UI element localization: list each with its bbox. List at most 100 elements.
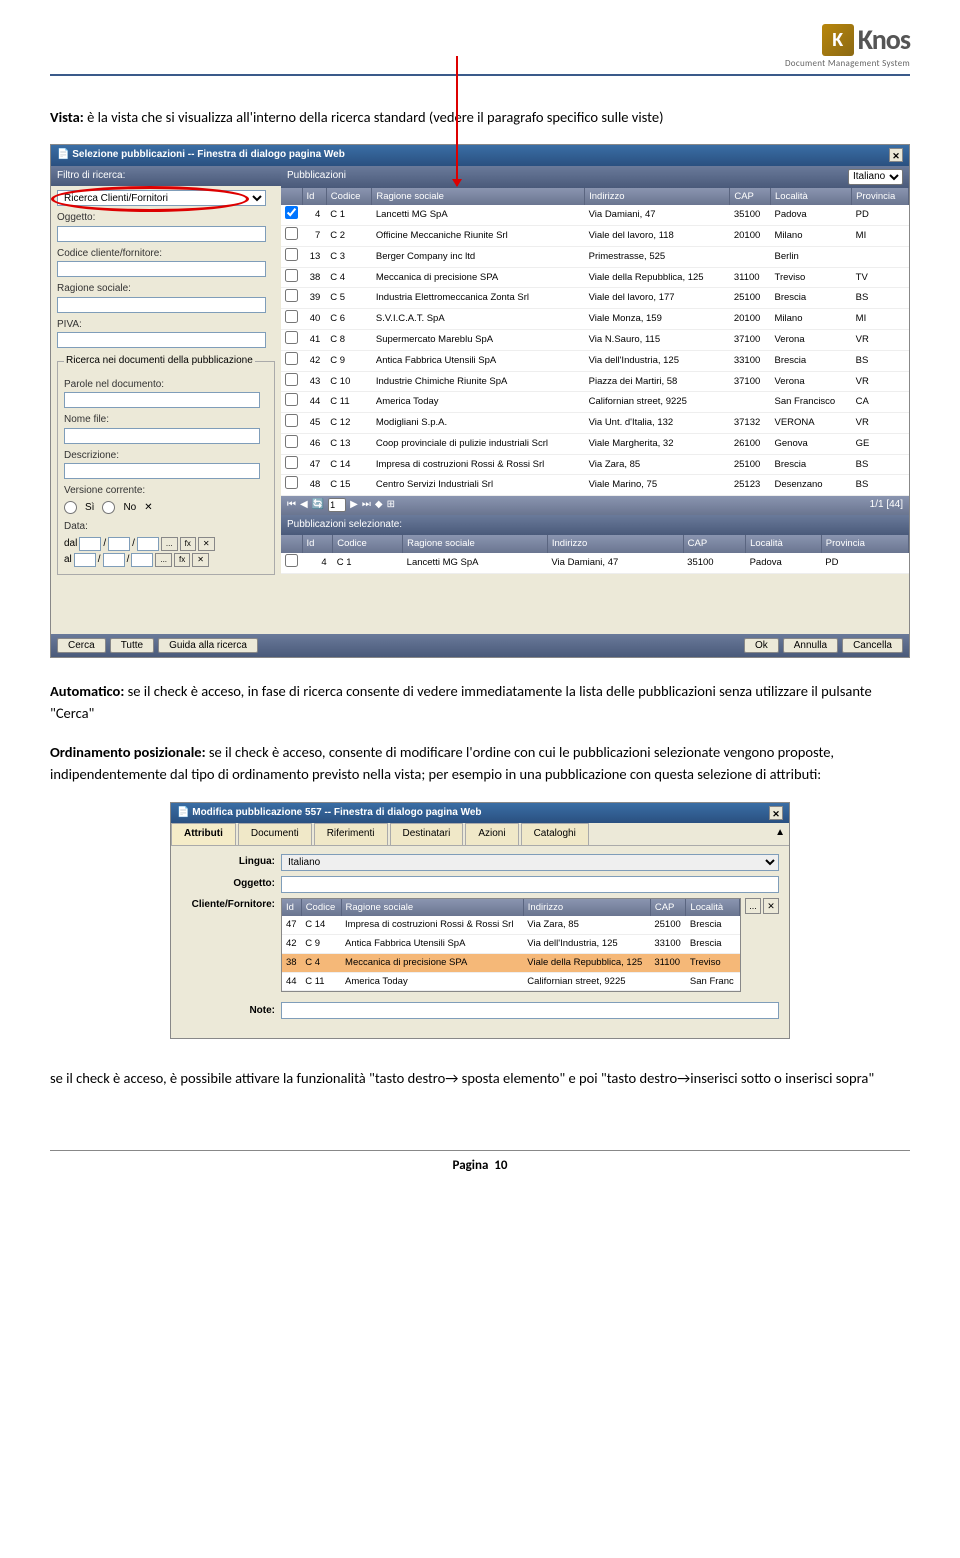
al-fx[interactable]: fx [174, 553, 190, 567]
pager-next-icon[interactable]: ▶ [350, 498, 358, 513]
guida-button[interactable]: Guida alla ricerca [158, 638, 258, 653]
tab-destinatari[interactable]: Destinatari [390, 823, 464, 845]
tab-attributi[interactable]: Attributi [171, 823, 236, 845]
descrizione-input[interactable] [64, 463, 260, 479]
pager-last-icon[interactable]: ⏭ [362, 498, 371, 513]
table-row[interactable]: 44C 11America TodayCalifornian street, 9… [281, 392, 909, 413]
row-checkbox[interactable] [285, 414, 298, 427]
row-checkbox[interactable] [285, 206, 298, 219]
table-row[interactable]: 43C 10Industrie Chimiche Riunite SpAPiaz… [281, 371, 909, 392]
table-row[interactable]: 46C 13Coop provinciale di pulizie indust… [281, 433, 909, 454]
column-header[interactable]: Località [746, 535, 822, 553]
column-header[interactable]: Id [282, 899, 301, 917]
pager-refresh-icon[interactable]: 🔄 [312, 498, 324, 513]
column-header[interactable]: CAP [683, 535, 745, 553]
column-header[interactable]: Località [771, 188, 852, 206]
column-header[interactable]: Codice [333, 535, 403, 553]
row-checkbox[interactable] [285, 456, 298, 469]
table-row[interactable]: 47C 14Impresa di costruzioni Rossi & Ros… [282, 916, 740, 934]
row-checkbox[interactable] [285, 352, 298, 365]
ok-button[interactable]: Ok [744, 638, 779, 653]
table-row[interactable]: 48C 15Centro Servizi Industriali SrlVial… [281, 475, 909, 496]
table-row[interactable]: 38C 4Meccanica di precisione SPAViale de… [282, 953, 740, 972]
table-row[interactable]: 40C 6S.V.I.C.A.T. SpAViale Monza, 159201… [281, 309, 909, 330]
dal-m[interactable] [108, 537, 130, 551]
tab-azioni[interactable]: Azioni [465, 823, 518, 845]
table-row[interactable]: 47C 14Impresa di costruzioni Rossi & Ros… [281, 454, 909, 475]
al-picker[interactable]: ... [155, 553, 172, 567]
pager-grid-icon[interactable]: ⊞ [387, 498, 395, 513]
row-checkbox[interactable] [285, 435, 298, 448]
row-checkbox[interactable] [285, 227, 298, 240]
row-checkbox[interactable] [285, 554, 298, 567]
column-header[interactable]: CAP [730, 188, 771, 206]
oggetto-input[interactable] [57, 226, 266, 242]
column-header[interactable]: Ragione sociale [341, 899, 523, 917]
dal-clear[interactable]: ✕ [198, 537, 215, 551]
dal-y[interactable] [137, 537, 159, 551]
codice-input[interactable] [57, 261, 266, 277]
ragione-input[interactable] [57, 297, 266, 313]
al-m[interactable] [103, 553, 125, 567]
clear-version-button[interactable]: ✕ [144, 501, 152, 516]
column-header[interactable]: CAP [650, 899, 686, 917]
row-checkbox[interactable] [285, 331, 298, 344]
cancella-button[interactable]: Cancella [842, 638, 903, 653]
al-d[interactable] [74, 553, 96, 567]
table-row[interactable]: 4C 1Lancetti MG SpAVia Damiani, 4735100P… [281, 553, 909, 573]
tab-cataloghi[interactable]: Cataloghi [521, 823, 589, 845]
dal-d[interactable] [79, 537, 101, 551]
column-header[interactable]: Indirizzo [585, 188, 730, 206]
table-row[interactable]: 39C 5Industria Elettromeccanica Zonta Sr… [281, 288, 909, 309]
column-header[interactable] [281, 188, 302, 206]
column-header[interactable]: Indirizzo [523, 899, 650, 917]
column-header[interactable]: Ragione sociale [372, 188, 585, 206]
pager-first-icon[interactable]: ⏮ [287, 498, 296, 513]
row-checkbox[interactable] [285, 269, 298, 282]
table-row[interactable]: 38C 4Meccanica di precisione SPAViale de… [281, 267, 909, 288]
close-icon[interactable]: ✕ [769, 806, 783, 820]
column-header[interactable] [281, 535, 302, 553]
oggetto2-input[interactable] [281, 876, 779, 893]
column-header[interactable]: Provincia [852, 188, 909, 206]
table-row[interactable]: 44C 11America TodayCalifornian street, 9… [282, 972, 740, 991]
table-row[interactable]: 41C 8Supermercato Mareblu SpAVia N.Sauro… [281, 329, 909, 350]
table-row[interactable]: 7C 2Officine Meccaniche Riunite SrlViale… [281, 226, 909, 247]
dal-fx[interactable]: fx [180, 537, 196, 551]
radio-no[interactable] [102, 501, 115, 514]
filter-dropdown[interactable]: Ricerca Clienti/Fornitori [57, 190, 266, 206]
tab-documenti[interactable]: Documenti [238, 823, 312, 845]
column-header[interactable]: Id [302, 535, 333, 553]
parole-input[interactable] [64, 392, 260, 408]
remove-icon[interactable]: ✕ [763, 898, 779, 914]
cerca-button[interactable]: Cerca [57, 638, 106, 653]
al-y[interactable] [131, 553, 153, 567]
lookup-icon[interactable]: ... [745, 898, 761, 914]
row-checkbox[interactable] [285, 310, 298, 323]
column-header[interactable]: Indirizzo [547, 535, 683, 553]
pager-page-input[interactable] [328, 498, 346, 512]
pager-prev-icon[interactable]: ◀ [300, 498, 308, 513]
table-row[interactable]: 45C 12Modigliani S.p.A.Via Unt. d'Italia… [281, 413, 909, 434]
column-header[interactable]: Provincia [821, 535, 908, 553]
lingua-select[interactable]: Italiano [281, 854, 779, 871]
column-header[interactable]: Località [686, 899, 740, 917]
column-header[interactable]: Codice [326, 188, 372, 206]
scroll-up-icon[interactable]: ▲ [771, 823, 789, 845]
pager-excel-icon[interactable]: ◆ [375, 498, 383, 513]
table-row[interactable]: 13C 3Berger Company inc ltdPrimestrasse,… [281, 246, 909, 267]
row-checkbox[interactable] [285, 476, 298, 489]
dal-picker[interactable]: ... [161, 537, 178, 551]
al-clear[interactable]: ✕ [192, 553, 209, 567]
nomefile-input[interactable] [64, 428, 260, 444]
row-checkbox[interactable] [285, 393, 298, 406]
piva-input[interactable] [57, 332, 266, 348]
table-row[interactable]: 4C 1Lancetti MG SpAVia Damiani, 4735100P… [281, 205, 909, 225]
close-icon[interactable]: ✕ [889, 148, 903, 162]
row-checkbox[interactable] [285, 248, 298, 261]
column-header[interactable]: Id [302, 188, 326, 206]
table-row[interactable]: 42C 9Antica Fabbrica Utensili SpAVia del… [281, 350, 909, 371]
table-row[interactable]: 42C 9Antica Fabbrica Utensili SpAVia del… [282, 935, 740, 954]
column-header[interactable]: Ragione sociale [403, 535, 548, 553]
column-header[interactable]: Codice [301, 899, 341, 917]
